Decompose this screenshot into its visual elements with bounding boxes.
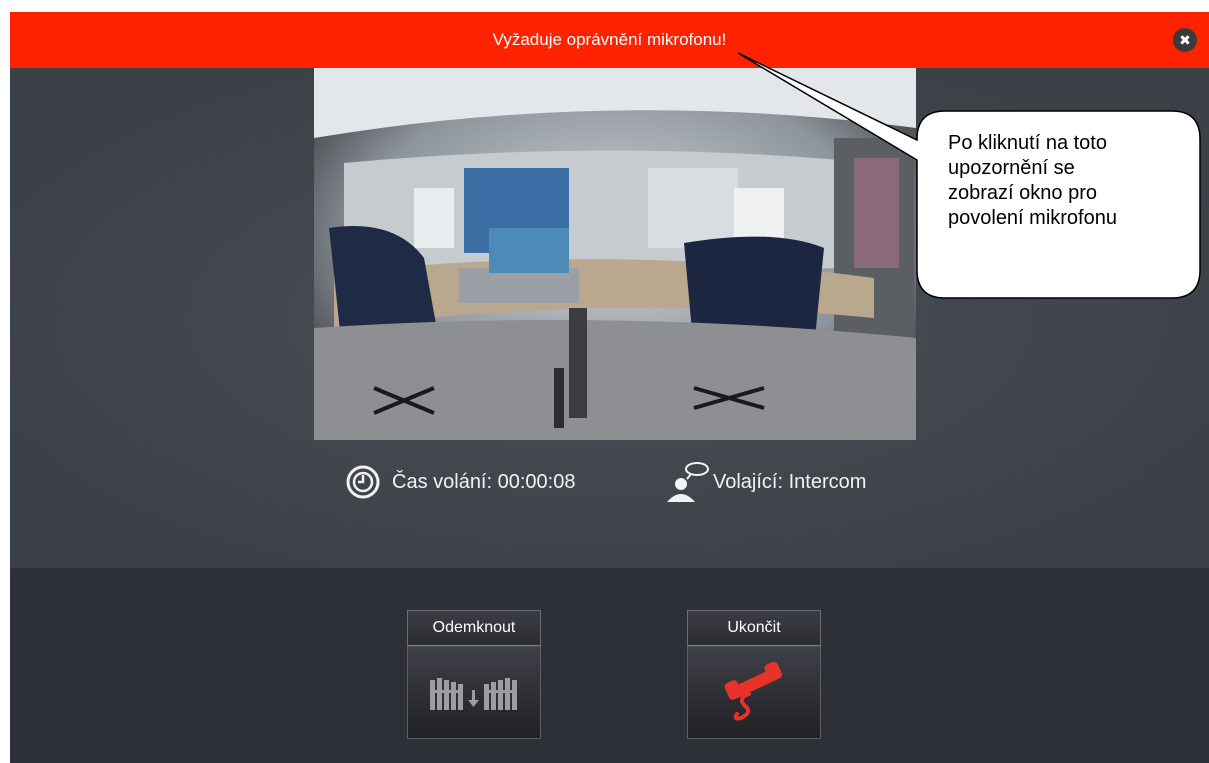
- callout-line: upozornění se: [948, 157, 1075, 179]
- camera-image: [314, 68, 916, 440]
- call-duration: Čas volání: 00:00:08: [346, 460, 575, 504]
- call-status-row: Čas volání: 00:00:08 Volající: Intercom: [10, 460, 1209, 504]
- callout-line: Po kliknutí na toto: [948, 132, 1107, 154]
- unlock-button[interactable]: [407, 645, 541, 739]
- call-duration-label: Čas volání: 00:00:08: [392, 470, 576, 493]
- microphone-permission-warning[interactable]: Vyžaduje oprávnění mikrofonu!: [10, 12, 1209, 68]
- warning-text: Vyžaduje oprávnění mikrofonu!: [492, 30, 727, 49]
- caller-label: Volající: Intercom: [713, 470, 867, 493]
- camera-video-feed: [314, 68, 916, 440]
- close-icon[interactable]: ✖: [1173, 28, 1197, 52]
- clock-icon: [346, 465, 380, 499]
- hangup-button[interactable]: [687, 645, 821, 739]
- hangup-action: Ukončit: [687, 610, 821, 739]
- caller-person-icon: [667, 462, 709, 502]
- action-bar: Odemknout Ukončit: [10, 570, 1209, 763]
- intercom-call-screen: Vyžaduje oprávnění mikrofonu! ✖ Čas volá…: [10, 12, 1209, 763]
- unlock-label: Odemknout: [407, 610, 541, 645]
- phone-handset-icon: [724, 662, 783, 721]
- callout-text: Po kliknutí na toto upozornění se zobraz…: [948, 131, 1117, 231]
- callout-line: povolení mikrofonu: [948, 207, 1117, 229]
- caller-info: Volající: Intercom: [665, 460, 866, 504]
- gate-unlock-icon: [430, 678, 517, 710]
- hangup-label: Ukončit: [687, 610, 821, 645]
- unlock-action: Odemknout: [407, 610, 541, 739]
- callout-line: zobrazí okno pro: [948, 182, 1097, 204]
